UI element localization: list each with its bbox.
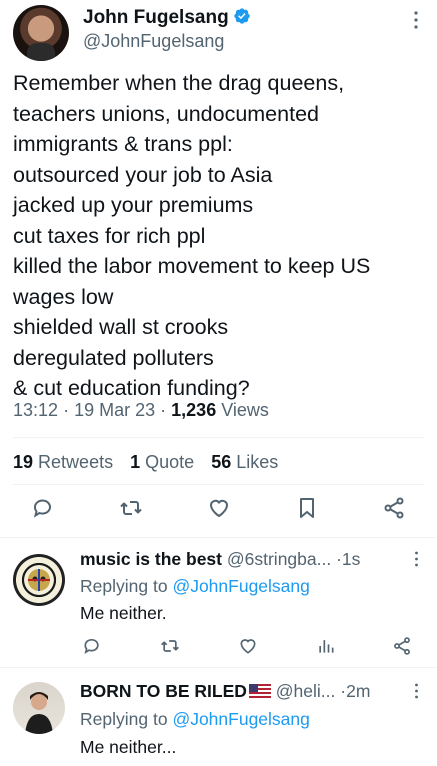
- reply-author-handle[interactable]: @heli...: [276, 681, 336, 701]
- retweet-button[interactable]: [160, 636, 180, 656]
- mention-link[interactable]: @JohnFugelsang: [172, 576, 309, 596]
- retweet-button[interactable]: [119, 496, 143, 520]
- reply-icon: [84, 638, 99, 655]
- reply-button[interactable]: [31, 496, 55, 520]
- reply-text: Me neither...: [80, 737, 177, 757]
- retweets-count: 19: [13, 452, 34, 472]
- replying-to: Replying to @JohnFugelsang: [80, 576, 310, 597]
- tweet-text-line: teachers unions, undocumented: [13, 101, 319, 126]
- tweet-text-line: shielded wall st crooks: [13, 315, 229, 339]
- heart-icon: [240, 639, 256, 654]
- author-name[interactable]: John Fugelsang: [83, 7, 229, 28]
- reply-name-line: BORN TO BE RILED @heli... ·2m: [80, 681, 370, 702]
- more-options-icon[interactable]: [413, 10, 419, 30]
- share-button[interactable]: [392, 636, 412, 656]
- us-flag-icon: [248, 684, 271, 698]
- meta-separator: ·: [63, 400, 70, 420]
- quotes-label: Quote: [145, 452, 195, 472]
- like-button[interactable]: [207, 496, 231, 520]
- analytics-icon: [319, 640, 334, 653]
- likes-count: 56: [211, 452, 232, 472]
- reply-time: 2m: [346, 681, 371, 701]
- tweet-text-line: Remember when the drag queens,: [13, 71, 345, 95]
- tweet-text-line: jacked up your premiums: [13, 193, 254, 217]
- reply-author-name[interactable]: music is the best: [80, 549, 222, 569]
- heart-icon: [209, 499, 229, 518]
- views-label: Views: [221, 400, 269, 420]
- divider: [13, 437, 424, 438]
- likes-label: Likes: [236, 452, 279, 472]
- likes-stat[interactable]: 56 Likes: [211, 452, 278, 472]
- tweet-text: Remember when the drag queens, teachers …: [13, 68, 423, 404]
- bookmark-button[interactable]: [295, 496, 319, 520]
- meta-separator: ·: [160, 400, 167, 420]
- tweet-time[interactable]: 13:12: [13, 400, 58, 420]
- tweet-text-line: wages low: [13, 284, 114, 309]
- divider: [13, 484, 424, 485]
- reply-author-handle[interactable]: @6stringba...: [227, 549, 331, 569]
- bookmark-icon: [300, 498, 314, 518]
- views-count: 1,236: [171, 400, 217, 420]
- engagement-stats: 19 Retweets 1 Quote 56 Likes: [13, 452, 290, 473]
- retweet-icon: [161, 640, 179, 652]
- retweets-label: Retweets: [38, 452, 114, 472]
- more-options-icon[interactable]: [414, 551, 419, 567]
- tweet-text-line: outsourced your job to Asia: [13, 162, 273, 187]
- reply-avatar[interactable]: [13, 554, 65, 606]
- replying-prefix: Replying to: [80, 576, 168, 596]
- more-options-icon[interactable]: [414, 683, 419, 699]
- reply-icon: [33, 499, 51, 518]
- quotes-count: 1: [130, 452, 141, 472]
- reply-text: Me neither.: [80, 603, 167, 623]
- tweet-date[interactable]: 19 Mar 23: [74, 400, 155, 420]
- retweets-stat[interactable]: 19 Retweets: [13, 452, 113, 472]
- tweet-text-line: deregulated polluters: [13, 345, 214, 370]
- reply-author-name[interactable]: BORN TO BE RILED: [80, 681, 247, 701]
- author-name-line[interactable]: John Fugelsang: [83, 7, 251, 29]
- author-avatar[interactable]: [13, 5, 69, 61]
- skull-logo-icon: [28, 569, 50, 591]
- tweet-meta: 13:12 · 19 Mar 23 · 1,236 Views: [13, 400, 269, 421]
- reply-button[interactable]: [82, 636, 102, 656]
- person-photo-icon: [25, 692, 53, 734]
- tweet-text-line: immigrants & trans ppl:: [13, 132, 233, 156]
- like-button[interactable]: [238, 636, 258, 656]
- replying-to: Replying to @JohnFugelsang: [80, 709, 310, 730]
- replying-prefix: Replying to: [80, 709, 168, 729]
- tweet-actions: [0, 496, 437, 526]
- reply-avatar[interactable]: [13, 682, 65, 734]
- share-button[interactable]: [382, 496, 406, 520]
- reply-name-line: music is the best @6stringba... ·1s: [80, 549, 360, 570]
- share-icon: [394, 637, 410, 655]
- reply-tweet[interactable]: BORN TO BE RILED @heli... ·2m Replying t…: [0, 668, 437, 766]
- verified-badge-icon: [234, 8, 250, 24]
- main-tweet: John Fugelsang @JohnFugelsang Remember w…: [0, 0, 437, 535]
- analytics-button[interactable]: [316, 636, 336, 656]
- share-icon: [384, 497, 404, 519]
- author-handle[interactable]: @JohnFugelsang: [83, 31, 224, 52]
- reply-tweet[interactable]: music is the best @6stringba... ·1s Repl…: [0, 538, 437, 666]
- mention-link[interactable]: @JohnFugelsang: [172, 709, 309, 729]
- retweet-icon: [120, 501, 142, 515]
- reply-time: 1s: [341, 549, 361, 569]
- tweet-text-line: killed the labor movement to keep US: [13, 254, 371, 278]
- quotes-stat[interactable]: 1 Quote: [130, 452, 194, 472]
- tweet-text-line: cut taxes for rich ppl: [13, 223, 206, 248]
- tweet-text-line: & cut education funding?: [13, 376, 250, 400]
